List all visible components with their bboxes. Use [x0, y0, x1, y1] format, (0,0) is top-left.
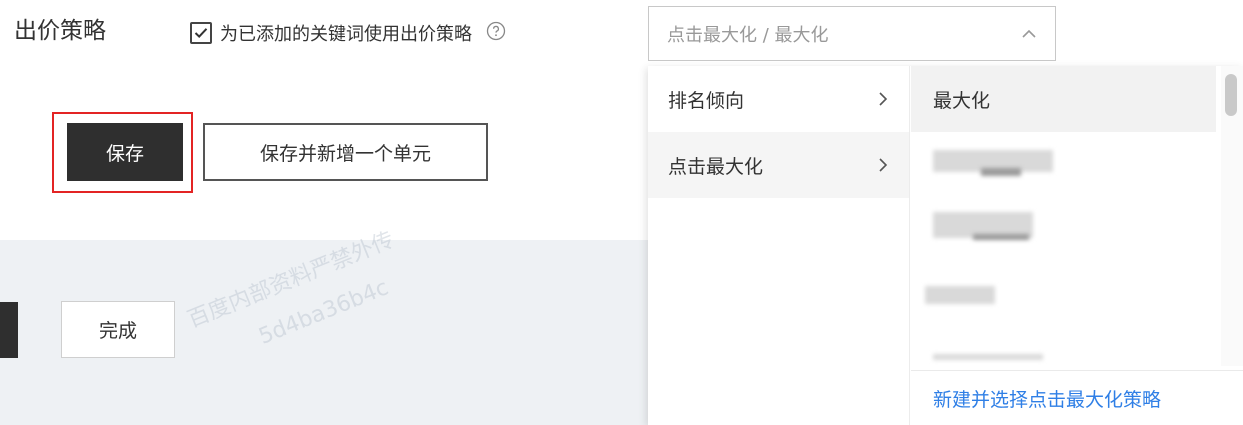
use-bid-strategy-checkbox[interactable]: [190, 22, 212, 44]
option-item-maximize[interactable]: 最大化: [911, 66, 1216, 132]
category-item-click-max[interactable]: 点击最大化: [648, 132, 909, 198]
bid-strategy-label: 出价策略: [14, 18, 106, 44]
checkbox-label: 为已添加的关键词使用出价策略: [220, 24, 472, 45]
scrollbar-thumb[interactable]: [1225, 74, 1237, 116]
save-and-add-unit-button[interactable]: 保存并新增一个单元: [203, 123, 488, 181]
create-strategy-link[interactable]: 新建并选择点击最大化策略: [911, 370, 1243, 425]
strategy-option-list: 最大化 新建并选择点击最大化策略: [911, 66, 1243, 425]
option-item-redacted[interactable]: [911, 198, 1216, 264]
option-item-redacted[interactable]: [911, 264, 1216, 330]
option-item-redacted[interactable]: [911, 132, 1216, 198]
chevron-right-icon: [879, 92, 888, 106]
help-circle-icon[interactable]: [486, 21, 506, 45]
save-button[interactable]: 保存: [67, 123, 183, 181]
strategy-category-list: 排名倾向 点击最大化: [648, 66, 910, 425]
dark-button-edge[interactable]: [0, 302, 18, 358]
option-label: 最大化: [933, 89, 991, 112]
bid-strategy-dropdown: 排名倾向 点击最大化 最大化 新建并选择点击最大化策略: [648, 66, 1243, 425]
category-label: 点击最大化: [668, 155, 764, 178]
checkmark-icon: [194, 28, 208, 39]
dropdown-scrollbar[interactable]: [1221, 66, 1243, 366]
ad-unit-edit-page: 出价策略 为已添加的关键词使用出价策略 点击最大化 / 最大化 保存 保存并新增…: [0, 0, 1243, 425]
category-item-ranking[interactable]: 排名倾向: [648, 66, 909, 132]
option-item-redacted[interactable]: [911, 330, 1216, 366]
select-value: 点击最大化 / 最大化: [667, 24, 829, 46]
chevron-right-icon: [879, 158, 888, 172]
category-label: 排名倾向: [668, 89, 745, 112]
chevron-up-icon: [1022, 29, 1036, 38]
bid-strategy-checkbox-row[interactable]: 为已添加的关键词使用出价策略: [190, 20, 506, 46]
bid-strategy-select[interactable]: 点击最大化 / 最大化: [648, 6, 1056, 61]
done-button[interactable]: 完成: [61, 301, 175, 358]
